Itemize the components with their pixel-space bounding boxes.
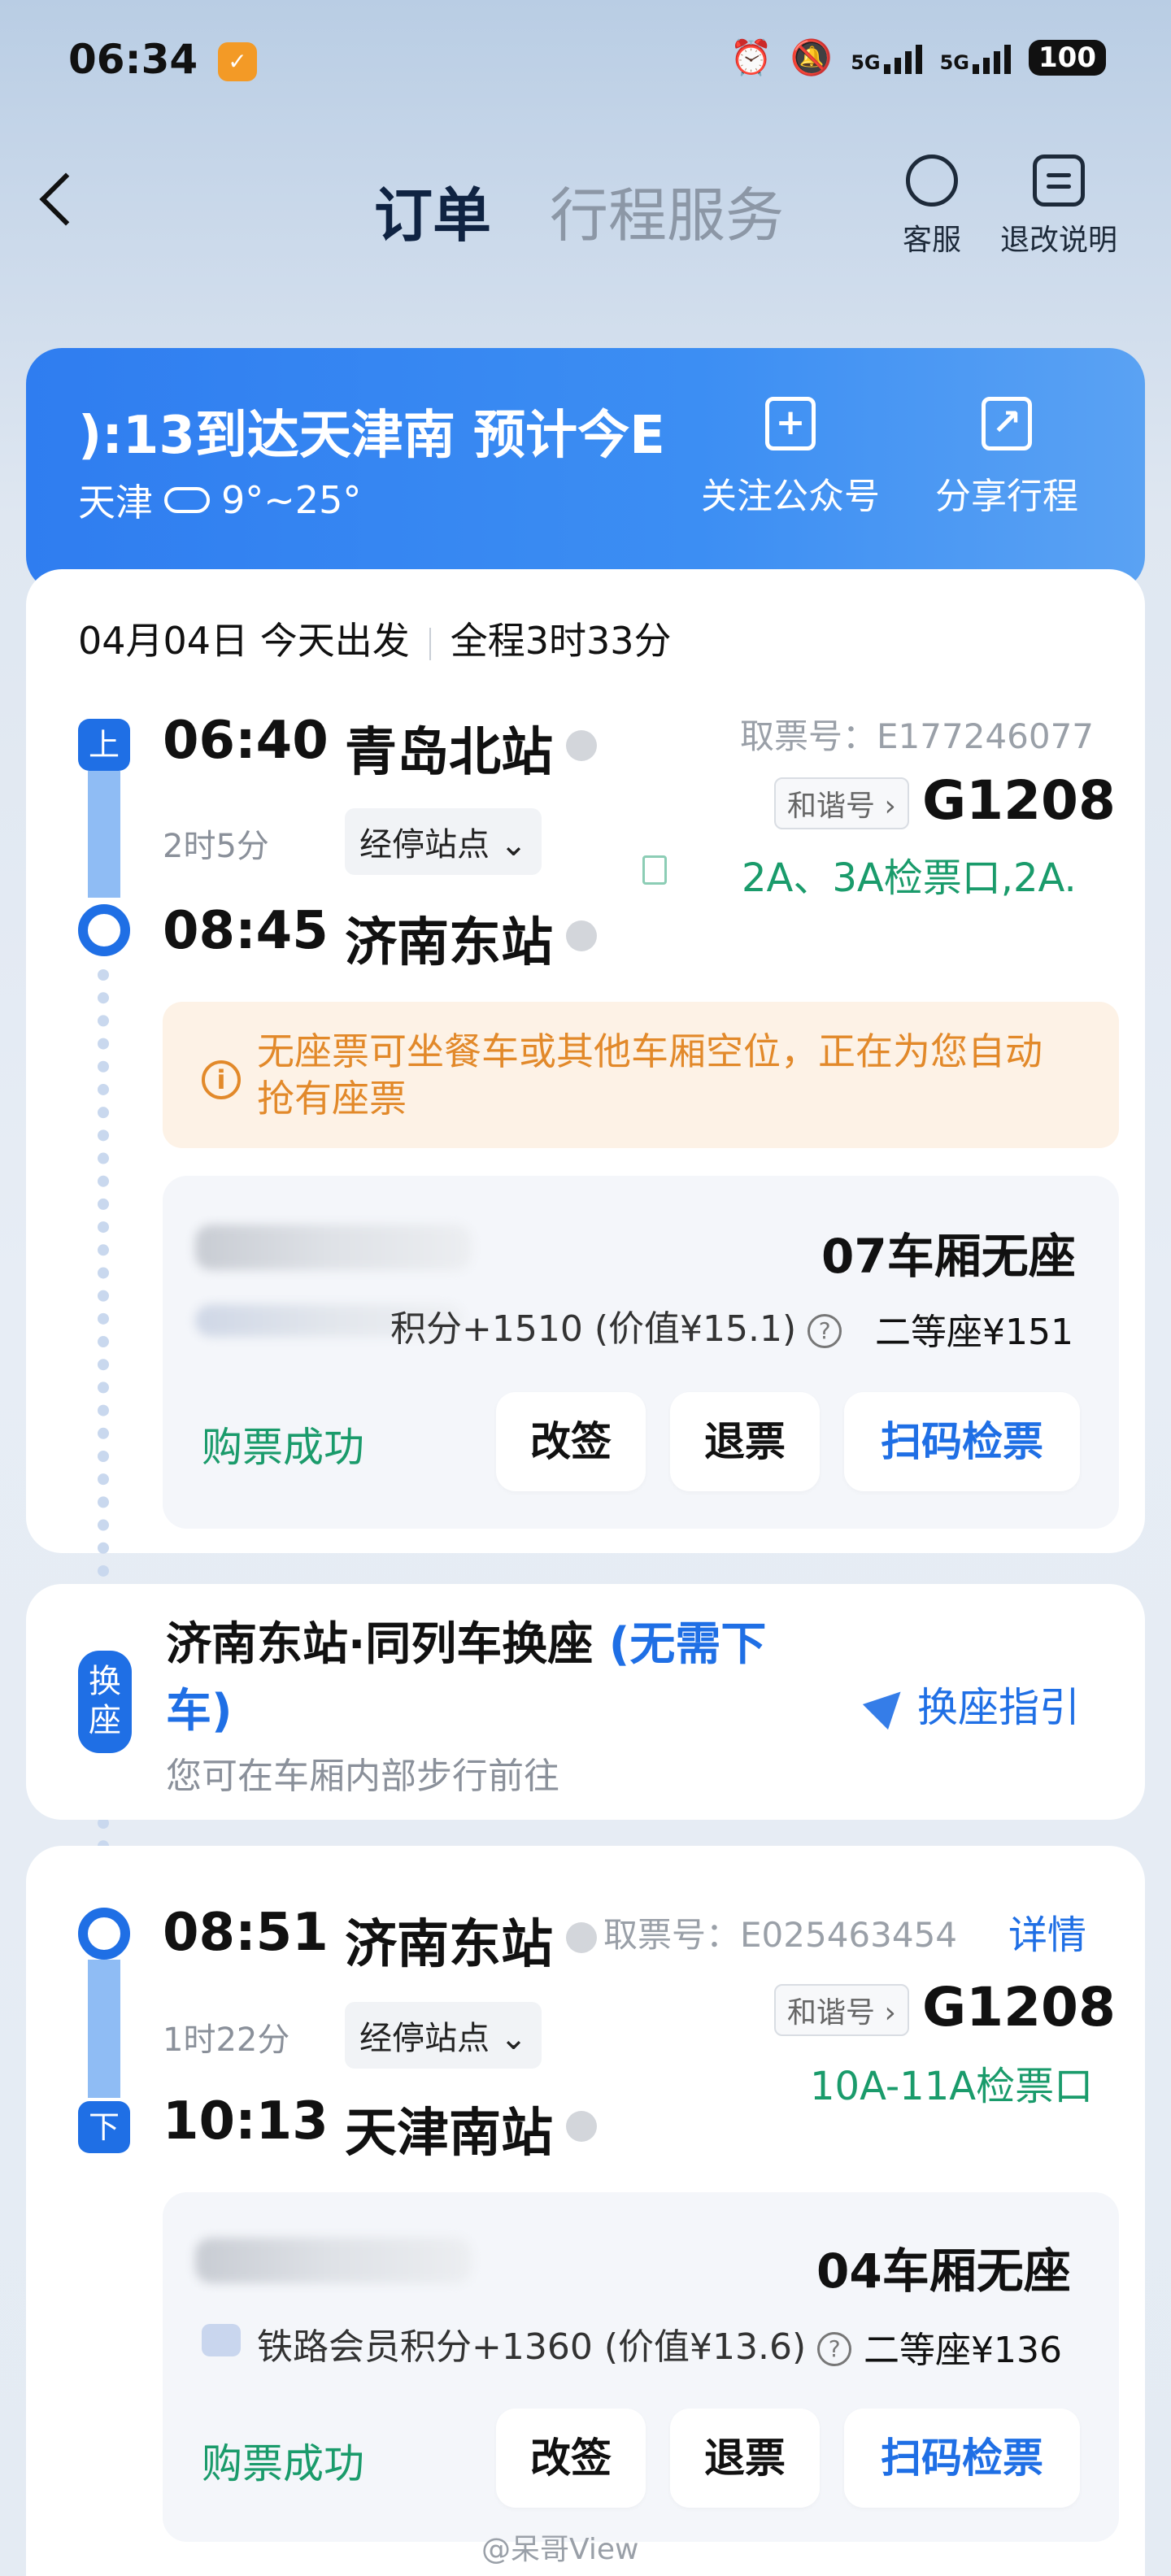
swap-seat-badge: 换座 bbox=[78, 1651, 132, 1753]
refund-button[interactable]: 退票 bbox=[670, 1392, 820, 1491]
transfer-node bbox=[78, 1908, 130, 1960]
trip-total: 全程3时33分 bbox=[450, 619, 672, 663]
navigation-icon bbox=[862, 1678, 914, 1730]
passenger-name-blurred bbox=[195, 2238, 472, 2283]
alarm-icon: ⏰ bbox=[729, 37, 773, 77]
swap-guide-button[interactable]: 换座指引 bbox=[862, 1675, 1080, 1734]
change-ticket-button[interactable]: 改签 bbox=[496, 2408, 646, 2508]
tab-trip-service[interactable]: 行程服务 bbox=[550, 168, 784, 253]
stops-label: 经停站点 bbox=[359, 2020, 490, 2057]
swap-guide-label: 换座指引 bbox=[917, 1684, 1080, 1731]
leg2-car-status: 04车厢无座 bbox=[816, 2243, 1071, 2299]
weather-city: 天津 bbox=[78, 481, 153, 524]
help-icon[interactable]: ? bbox=[817, 2332, 852, 2366]
timeline-bar bbox=[88, 771, 120, 898]
leg1-car-status: 07车厢无座 bbox=[821, 1229, 1076, 1284]
cloud-rain-icon bbox=[164, 487, 210, 513]
transfer-sub: 您可在车厢内部步行前往 bbox=[166, 1756, 559, 1797]
leg2-dep-time: 08:51 bbox=[163, 1903, 329, 1963]
leg1-dep-time: 06:40 bbox=[163, 711, 329, 771]
follow-account-button[interactable]: + 关注公众号 bbox=[701, 397, 880, 519]
share-icon: ↗ bbox=[982, 397, 1032, 450]
notice-text: 无座票可坐餐车或其他车厢空位，正在为您自动抢有座票 bbox=[257, 1029, 1043, 1120]
leg2-gate: 10A-11A检票口 bbox=[810, 2064, 1094, 2109]
passenger-name-blurred bbox=[195, 1225, 472, 1270]
leg1-gate: 2A、3A检票口,2A. bbox=[742, 855, 1077, 901]
transfer-title: 济南东站·同列车换座 (无需下车) bbox=[166, 1618, 767, 1738]
location-pin-icon[interactable] bbox=[566, 920, 597, 951]
member-card-icon bbox=[202, 2324, 241, 2356]
weather: 天津 9°~25° bbox=[78, 473, 361, 527]
leg2-train-tag[interactable]: 和谐号 › bbox=[774, 1984, 909, 2036]
trip-date: 04月04日 今天出发 bbox=[78, 619, 410, 663]
leg2-dep-station[interactable]: 济南东站 bbox=[345, 1903, 553, 1978]
signal-2-icon: 5G bbox=[940, 41, 1012, 74]
battery-icon: 100 bbox=[1029, 40, 1106, 76]
trip-banner: ):13到达天津南 预计今E 天津 9°~25° + 关注公众号 ↗ 分享行程 bbox=[26, 348, 1145, 592]
refund-info-button[interactable]: 退改说明 bbox=[1000, 154, 1117, 259]
leg1-train-tag[interactable]: 和谐号 › bbox=[774, 777, 909, 829]
board-badge: 上 bbox=[78, 719, 130, 771]
arrival-title: ):13到达天津南 预计今E bbox=[78, 406, 665, 466]
change-ticket-button[interactable]: 改签 bbox=[496, 1392, 646, 1491]
watermark: @呆哥View bbox=[481, 2533, 639, 2566]
chevron-down-icon: ⌄ bbox=[499, 2020, 528, 2057]
support-label: 客服 bbox=[903, 224, 962, 257]
leg2-arr-time: 10:13 bbox=[163, 2091, 329, 2152]
refund-info-label: 退改说明 bbox=[1000, 224, 1118, 257]
leg1-train-no: G1208 bbox=[922, 769, 1116, 832]
leg2-duration: 1时22分 bbox=[163, 2021, 290, 2059]
leg2-train-no: G1208 bbox=[922, 1976, 1116, 2039]
status-time: 06:34 bbox=[68, 36, 198, 83]
tab-order[interactable]: 订单 bbox=[374, 168, 491, 253]
info-icon: i bbox=[202, 1060, 241, 1099]
follow-label: 关注公众号 bbox=[701, 476, 880, 517]
location-pin-icon[interactable] bbox=[566, 1922, 597, 1953]
leg2-stops-button[interactable]: 经停站点 ⌄ bbox=[345, 2002, 542, 2069]
leg2-detail-link[interactable]: 详情 bbox=[1008, 1903, 1086, 1960]
alight-badge: 下 bbox=[78, 2101, 130, 2153]
signal-1-icon: 5G bbox=[851, 41, 922, 74]
location-pin-icon[interactable] bbox=[566, 2111, 597, 2142]
weather-temp: 9°~25° bbox=[221, 478, 362, 522]
location-pin-icon[interactable] bbox=[566, 730, 597, 761]
leg1-arr-station[interactable]: 济南东站 bbox=[345, 901, 553, 976]
app-notification-icon: ✓ bbox=[218, 42, 257, 81]
leg2-seat: 二等座¥136 bbox=[864, 2330, 1062, 2371]
chevron-down-icon: ⌄ bbox=[499, 826, 528, 864]
bookmark-add-icon: + bbox=[765, 397, 816, 450]
headset-icon bbox=[906, 154, 958, 207]
document-icon bbox=[1033, 154, 1085, 207]
trip-date-line: 04月04日 今天出发 全程3时33分 bbox=[78, 611, 672, 665]
back-icon[interactable] bbox=[39, 172, 93, 226]
leg1-stops-button[interactable]: 经停站点 ⌄ bbox=[345, 808, 542, 875]
ticket-gate-icon bbox=[642, 855, 667, 885]
leg2-ticket-no: 取票号：E025463454 bbox=[603, 1915, 958, 1955]
timeline-bar bbox=[88, 1960, 120, 2098]
leg2-status: 购票成功 bbox=[202, 2440, 364, 2487]
share-label: 分享行程 bbox=[935, 476, 1078, 517]
scan-check-button[interactable]: 扫码检票 bbox=[844, 1392, 1080, 1491]
support-button[interactable]: 客服 bbox=[903, 154, 961, 259]
transfer-node bbox=[78, 904, 130, 956]
leg1-duration: 2时5分 bbox=[163, 828, 269, 865]
scan-check-button[interactable]: 扫码检票 bbox=[844, 2408, 1080, 2508]
leg1-dep-station[interactable]: 青岛北站 bbox=[345, 711, 553, 785]
help-icon[interactable]: ? bbox=[808, 1314, 842, 1348]
stops-label: 经停站点 bbox=[359, 826, 490, 864]
status-icons: ⏰ 🔕 5G 5G 100 bbox=[730, 37, 1106, 78]
refund-button[interactable]: 退票 bbox=[670, 2408, 820, 2508]
mute-icon: 🔕 bbox=[790, 37, 834, 77]
leg2-points: 铁路会员积分+1360 (价值¥13.6) ? bbox=[257, 2317, 852, 2369]
leg1-points: 积分+1510 (价值¥15.1) ? bbox=[390, 1299, 842, 1351]
leg1-status: 购票成功 bbox=[202, 1424, 364, 1471]
leg1-arr-time: 08:45 bbox=[163, 901, 329, 961]
share-trip-button[interactable]: ↗ 分享行程 bbox=[935, 397, 1078, 519]
leg1-ticket-no: 取票号：E177246077 bbox=[740, 716, 1095, 756]
leg2-arr-station[interactable]: 天津南站 bbox=[345, 2091, 553, 2166]
leg1-seat: 二等座¥151 bbox=[875, 1312, 1073, 1353]
